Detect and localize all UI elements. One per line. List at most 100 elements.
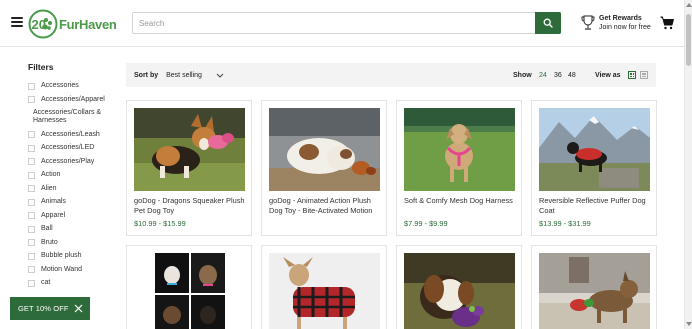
filters-title: Filters bbox=[28, 62, 54, 72]
filter-checkbox[interactable] bbox=[28, 225, 35, 233]
filter-option-label: Accessories/Collars & Harnesses bbox=[33, 109, 102, 125]
filter-option[interactable]: Accessories/Play bbox=[28, 158, 118, 166]
filters-sidebar: Filters Accessories Accessories/Apparel Ac… bbox=[28, 62, 118, 293]
filter-checkbox[interactable] bbox=[28, 131, 35, 139]
sort-select[interactable]: Best selling bbox=[166, 72, 224, 79]
sort-toolbar: Sort by Best selling Show 24 36 48 View … bbox=[126, 63, 656, 87]
filter-checkbox[interactable] bbox=[28, 96, 35, 103]
filter-option-label: Motion Wand bbox=[41, 265, 82, 273]
show-option-24[interactable]: 24 bbox=[539, 72, 547, 79]
product-price: $13.99 - $31.99 bbox=[539, 219, 591, 228]
filter-checkbox[interactable] bbox=[28, 198, 35, 206]
filter-checkbox[interactable] bbox=[28, 212, 35, 220]
product-card[interactable] bbox=[126, 245, 252, 329]
product-image-bulldog-plush bbox=[269, 108, 380, 191]
product-image-beagle-toy bbox=[404, 253, 515, 329]
search-bar bbox=[132, 12, 561, 34]
product-card[interactable]: Soft & Comfy Mesh Dog Harness $7.99 - $9… bbox=[396, 100, 522, 236]
product-title[interactable]: goDog - Dragons Squeaker Plush Pet Dog T… bbox=[134, 196, 248, 215]
filter-option[interactable]: Ball bbox=[28, 225, 118, 233]
filter-checkbox[interactable] bbox=[28, 171, 35, 179]
product-title[interactable]: Reversible Reflective Puffer Dog Coat bbox=[539, 196, 653, 215]
rewards-subtitle: Join now for free bbox=[599, 24, 651, 31]
filter-option[interactable]: Motion Wand bbox=[28, 266, 118, 274]
promo-label: GET 10% OFF bbox=[18, 304, 69, 313]
product-image-dog-with-toy-indoor bbox=[539, 253, 650, 329]
product-image-dog-collage bbox=[134, 253, 245, 329]
filter-option[interactable]: cat bbox=[28, 279, 118, 287]
logo-text: FurHaven bbox=[59, 16, 117, 32]
product-title[interactable]: goDog - Animated Action Plush Dog Toy - … bbox=[269, 196, 383, 215]
filter-option-label: Alien bbox=[41, 184, 57, 192]
filter-option[interactable]: Bubble plush bbox=[28, 252, 118, 260]
filter-checkbox[interactable] bbox=[28, 266, 35, 274]
filter-checkbox[interactable] bbox=[28, 158, 35, 166]
filter-option-label: Accessories/Apparel bbox=[41, 95, 105, 103]
search-button[interactable] bbox=[535, 12, 561, 34]
product-image-corgi-dragon-toy bbox=[134, 108, 245, 191]
product-card[interactable] bbox=[261, 245, 387, 329]
filter-list: Accessories Accessories/Apparel Accessorie… bbox=[28, 82, 118, 287]
product-card[interactable]: goDog - Dragons Squeaker Plush Pet Dog T… bbox=[126, 100, 252, 236]
filter-option[interactable]: Apparel bbox=[28, 212, 118, 220]
product-card[interactable]: Reversible Reflective Puffer Dog Coat $1… bbox=[531, 100, 657, 236]
show-label: Show bbox=[513, 71, 532, 79]
filter-option[interactable]: Accessories bbox=[28, 82, 118, 90]
filter-option[interactable]: Accessories/Collars & Harnesses bbox=[28, 109, 118, 125]
filter-option-label: Accessories/Play bbox=[41, 157, 95, 165]
filter-option[interactable]: Bruto bbox=[28, 239, 118, 247]
sort-by-label: Sort by bbox=[134, 71, 159, 79]
product-image-puffer-coat-dog bbox=[539, 108, 650, 191]
scroll-up-arrow-icon[interactable] bbox=[686, 3, 692, 7]
product-image-plaid-coat-dog bbox=[269, 253, 380, 329]
filter-option[interactable]: Alien bbox=[28, 185, 118, 193]
discount-promo-button[interactable]: GET 10% OFF bbox=[10, 297, 90, 320]
trophy-icon bbox=[581, 15, 595, 30]
product-price: $7.99 - $9.99 bbox=[404, 219, 448, 228]
filter-option-label: cat bbox=[41, 279, 51, 287]
filter-option-label: Accessories/LED bbox=[41, 144, 95, 152]
scroll-down-arrow-icon[interactable] bbox=[686, 322, 692, 326]
filter-option-label: Accessories/Leash bbox=[41, 130, 100, 138]
product-card[interactable] bbox=[396, 245, 522, 329]
filter-option-label: Bubble plush bbox=[41, 252, 82, 260]
cart-icon[interactable] bbox=[660, 16, 674, 30]
filter-option[interactable]: Animals bbox=[28, 198, 118, 206]
product-title[interactable]: Soft & Comfy Mesh Dog Harness bbox=[404, 196, 518, 206]
view-as-label: View as bbox=[595, 71, 621, 79]
filter-checkbox[interactable] bbox=[28, 82, 35, 90]
chevron-down-icon bbox=[216, 73, 224, 78]
close-icon[interactable] bbox=[74, 304, 83, 313]
grid-view-icon[interactable] bbox=[628, 71, 636, 79]
filter-checkbox[interactable] bbox=[28, 279, 35, 287]
product-card[interactable] bbox=[531, 245, 657, 329]
filter-checkbox[interactable] bbox=[28, 239, 35, 247]
list-view-icon[interactable] bbox=[640, 71, 648, 79]
filter-checkbox[interactable] bbox=[28, 185, 35, 193]
show-option-36[interactable]: 36 bbox=[554, 72, 562, 79]
filter-option-label: Apparel bbox=[41, 211, 66, 219]
site-header: 20 FurHaven Get Rewards Join now for fre… bbox=[0, 0, 684, 47]
filter-option-label: Ball bbox=[41, 225, 53, 233]
filter-option[interactable]: Action bbox=[28, 171, 118, 179]
hamburger-menu-icon[interactable] bbox=[11, 17, 23, 27]
logo-number: 20 bbox=[32, 17, 46, 32]
filter-option-label: Action bbox=[41, 171, 61, 179]
rewards-link[interactable]: Get Rewards Join now for free bbox=[581, 14, 651, 32]
rewards-title: Get Rewards bbox=[599, 15, 642, 22]
product-card[interactable]: goDog - Animated Action Plush Dog Toy - … bbox=[261, 100, 387, 236]
filter-checkbox[interactable] bbox=[28, 144, 35, 152]
filter-option[interactable]: Accessories/Leash bbox=[28, 131, 118, 139]
filter-checkbox[interactable] bbox=[28, 252, 35, 260]
show-option-48[interactable]: 48 bbox=[568, 72, 576, 79]
page-scrollbar[interactable] bbox=[684, 0, 692, 329]
filter-option[interactable]: Accessories/LED bbox=[28, 144, 118, 152]
scrollbar-thumb[interactable] bbox=[686, 14, 691, 66]
search-input[interactable] bbox=[133, 13, 535, 33]
product-price: $10.99 - $15.99 bbox=[134, 219, 186, 228]
sort-select-value: Best selling bbox=[166, 71, 202, 79]
filter-option[interactable]: Accessories/Apparel bbox=[28, 96, 118, 104]
filter-option-label: Accessories bbox=[41, 82, 79, 89]
site-logo[interactable]: 20 FurHaven bbox=[28, 9, 117, 39]
logo-badge-icon: 20 bbox=[28, 9, 58, 39]
